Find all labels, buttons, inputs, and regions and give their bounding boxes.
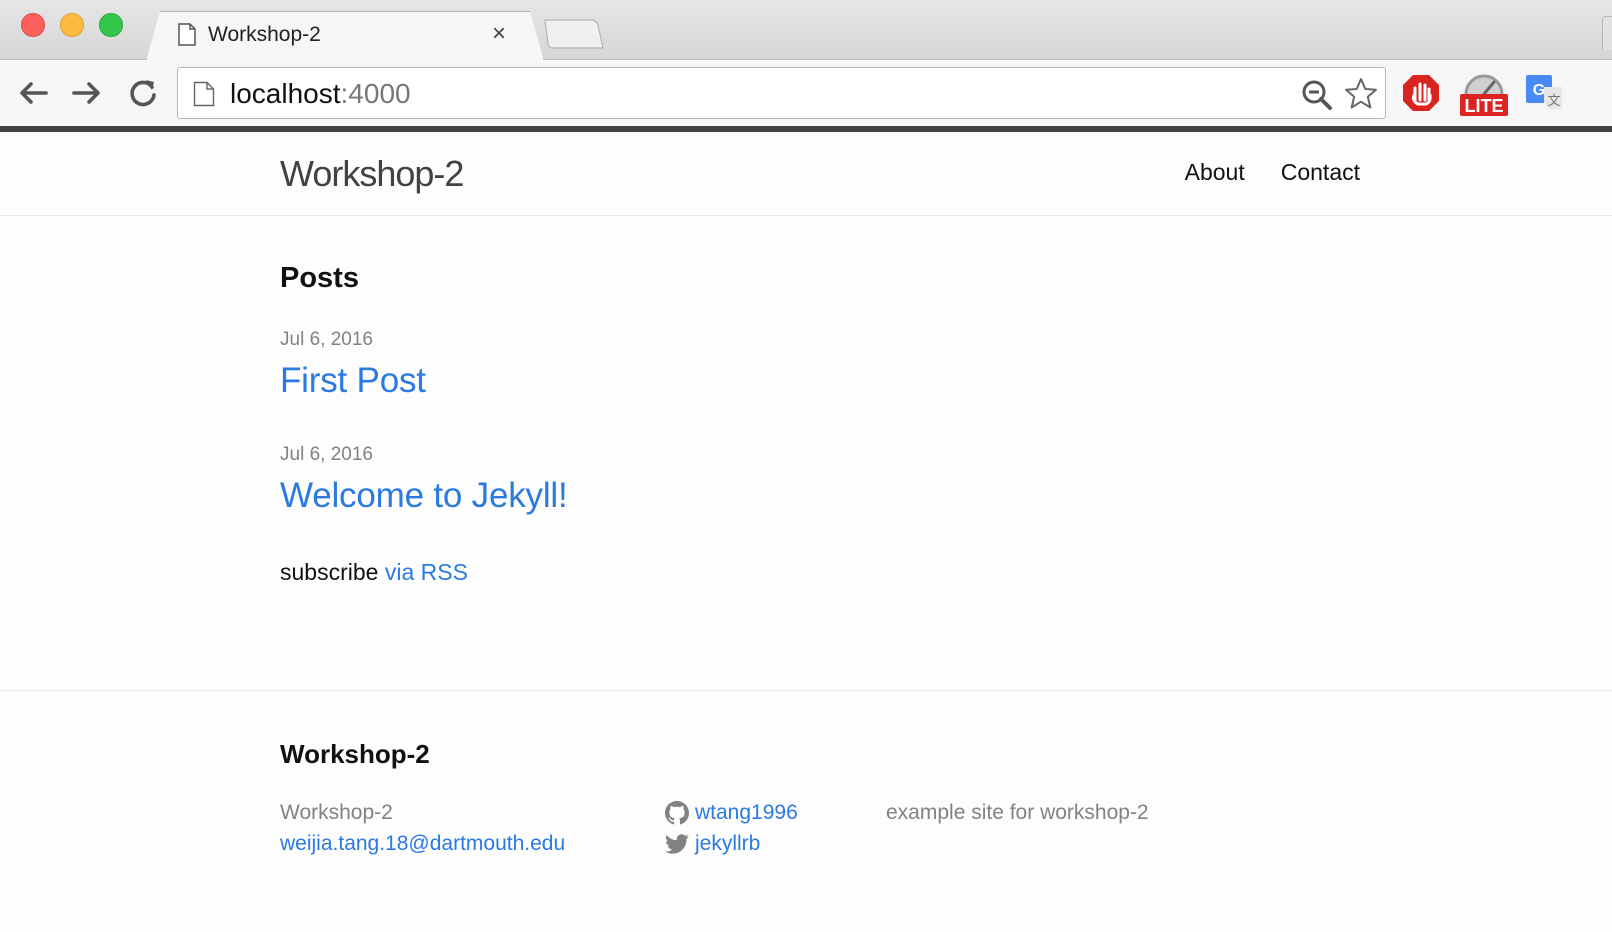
post-title-link[interactable]: First Post (280, 361, 426, 401)
google-translate-icon[interactable]: G 文 (1524, 73, 1564, 113)
reload-icon[interactable] (126, 76, 160, 110)
subscribe-label: subscribe (280, 559, 379, 585)
github-link[interactable]: wtang1996 (665, 797, 798, 828)
address-bar[interactable]: localhost:4000 (177, 67, 1386, 119)
svg-text:G: G (1533, 82, 1545, 99)
page-icon (178, 23, 196, 46)
site-header: Workshop-2 About Contact (0, 132, 1612, 216)
forward-arrow-icon[interactable] (70, 76, 104, 110)
footer-email-link[interactable]: weijia.tang.18@dartmouth.edu (280, 832, 565, 855)
twitter-icon (665, 833, 689, 854)
svg-text:文: 文 (1547, 93, 1560, 108)
footer-social-column: wtang1996 jekyllrb (665, 797, 798, 859)
page-icon (193, 81, 215, 107)
browser-tab-bar: Workshop-2 × (0, 0, 1612, 60)
rss-link[interactable]: via RSS (385, 559, 468, 585)
github-icon (665, 800, 689, 824)
window-close-button[interactable] (21, 13, 45, 37)
url-text[interactable]: localhost:4000 (230, 78, 411, 110)
browser-tab-content: Workshop-2 × (146, 11, 544, 61)
footer-heading: Workshop-2 (280, 739, 430, 769)
new-tab-button[interactable] (543, 18, 605, 50)
nav-link-about[interactable]: About (1185, 159, 1245, 186)
svg-text:LITE: LITE (1465, 96, 1504, 116)
page-content: Posts Jul 6, 2016 First Post Jul 6, 2016… (280, 262, 1330, 586)
browser-toolbar: localhost:4000 LITE G 文 (0, 60, 1612, 126)
stop-adblock-icon[interactable] (1402, 73, 1440, 113)
footer-site-name: Workshop-2 (280, 801, 393, 824)
tab-title: Workshop-2 (208, 23, 321, 46)
lite-speedometer-icon[interactable]: LITE (1458, 70, 1510, 118)
footer-description: example site for workshop-2 (886, 801, 1149, 824)
site-footer: Workshop-2 Workshop-2 weijia.tang.18@dar… (0, 690, 1612, 932)
post-date: Jul 6, 2016 (280, 329, 373, 350)
tab-close-icon[interactable]: × (492, 21, 506, 47)
footer-contact-column: Workshop-2 weijia.tang.18@dartmouth.edu (280, 797, 565, 859)
profile-edge (1602, 16, 1612, 50)
post-title-link[interactable]: Welcome to Jekyll! (280, 476, 568, 516)
rss-subscribe: subscribe via RSS (280, 559, 1330, 586)
page-heading: Posts (280, 262, 359, 294)
nav-link-contact[interactable]: Contact (1281, 159, 1360, 186)
github-username: wtang1996 (695, 801, 798, 824)
site-title-link[interactable]: Workshop-2 (280, 153, 464, 195)
post-date: Jul 6, 2016 (280, 444, 373, 465)
post-item: Jul 6, 2016 First Post (280, 329, 1330, 401)
zoom-out-icon[interactable] (1300, 78, 1334, 112)
footer-description-column: example site for workshop-2 (886, 797, 1149, 828)
window-maximize-button[interactable] (99, 13, 123, 37)
site-nav: About Contact (1185, 159, 1360, 186)
twitter-username: jekyllrb (695, 832, 761, 855)
window-minimize-button[interactable] (60, 13, 84, 37)
bookmark-star-icon[interactable] (1343, 76, 1379, 112)
twitter-link[interactable]: jekyllrb (665, 828, 798, 859)
post-item: Jul 6, 2016 Welcome to Jekyll! (280, 444, 1330, 516)
back-arrow-icon[interactable] (16, 76, 50, 110)
